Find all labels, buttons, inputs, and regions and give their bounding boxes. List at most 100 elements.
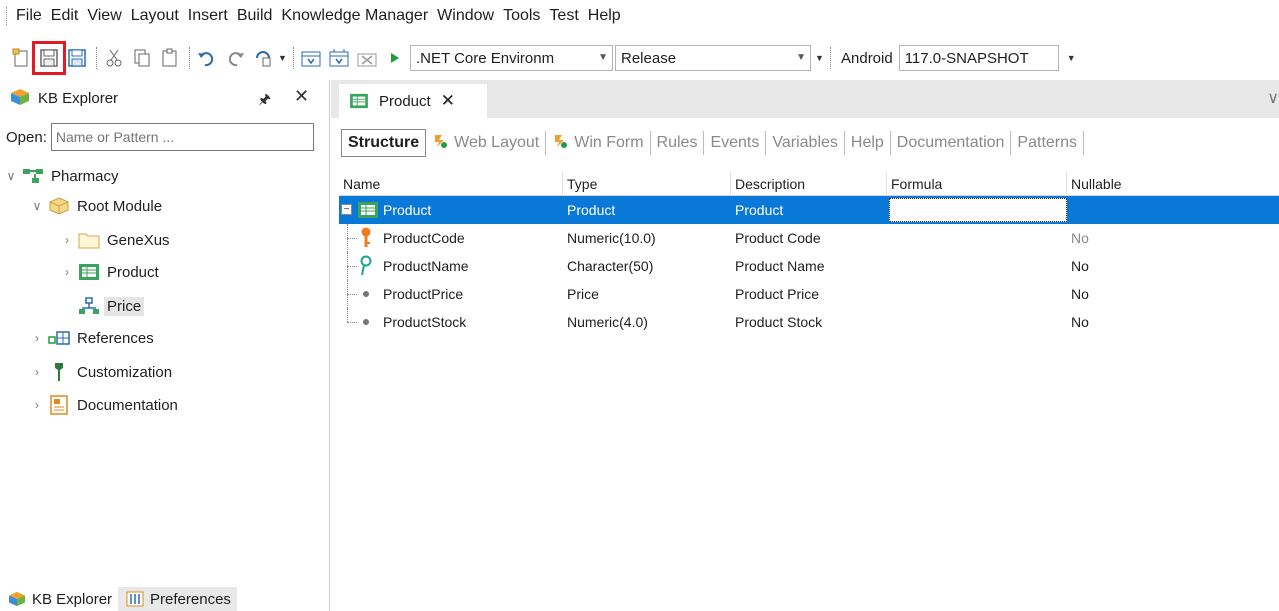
pin-icon[interactable]: 🖈 (258, 89, 271, 113)
configuration-value: Release (621, 49, 677, 67)
save-all-icon[interactable] (64, 45, 90, 71)
tree-node-documentation[interactable]: › Documentation (30, 393, 181, 417)
build-icon[interactable] (298, 45, 324, 71)
redo-icon[interactable] (222, 45, 248, 71)
tab-help[interactable]: Help (845, 131, 891, 155)
tree-node-root-module[interactable]: ∨ Root Module (30, 194, 165, 218)
tab-structure[interactable]: Structure (341, 129, 427, 157)
tab-variables[interactable]: Variables (766, 131, 845, 155)
table-row[interactable]: ProductCode Numeric(10.0) Product Code N… (339, 224, 1279, 252)
column-header-formula[interactable]: Formula (887, 172, 1067, 196)
cell-type[interactable]: Numeric(4.0) (567, 308, 648, 336)
tab-rules[interactable]: Rules (651, 131, 705, 155)
cell-description[interactable]: Product (735, 196, 783, 224)
menu-window[interactable]: Window (434, 7, 497, 25)
tree-node-customization[interactable]: › Customization (30, 360, 175, 384)
chevron-down-icon[interactable]: ∨ (30, 199, 44, 213)
cell-type[interactable]: Product (567, 196, 615, 224)
menu-test[interactable]: Test (546, 7, 581, 25)
chevron-down-icon[interactable]: ∨ (1267, 88, 1279, 108)
cut-icon[interactable] (101, 45, 127, 71)
cell-nullable[interactable]: No (1071, 280, 1089, 308)
column-header-description[interactable]: Description (731, 172, 887, 196)
cell-name[interactable]: Product (383, 196, 431, 224)
table-row[interactable]: ProductName Character(50) Product Name N… (339, 252, 1279, 280)
chevron-right-icon[interactable]: › (60, 233, 74, 247)
open-label: Open: (6, 128, 47, 146)
chevron-right-icon[interactable]: › (60, 265, 74, 279)
collapse-icon[interactable]: − (341, 204, 352, 215)
open-search-input[interactable] (50, 123, 314, 151)
toolbar-overflow-icon[interactable]: ▼ (815, 53, 824, 63)
left-panel-bottom-tabs: KB Explorer Preferences (0, 587, 280, 611)
cell-type[interactable]: Price (567, 280, 599, 308)
menu-tools[interactable]: Tools (500, 7, 543, 25)
cell-name[interactable]: ProductName (383, 252, 469, 280)
menu-knowledge-manager[interactable]: Knowledge Manager (278, 7, 431, 25)
tree-connector (347, 266, 357, 267)
toolbar-overflow-icon[interactable]: ▼ (1067, 53, 1076, 63)
chevron-right-icon[interactable]: › (30, 365, 44, 379)
copy-icon[interactable] (129, 45, 155, 71)
undo-icon[interactable] (194, 45, 220, 71)
chevron-right-icon[interactable]: › (30, 398, 44, 412)
menu-view[interactable]: View (84, 7, 124, 25)
rebuild-icon[interactable] (326, 45, 352, 71)
menu-file[interactable]: File (13, 7, 45, 25)
column-header-name[interactable]: Name (339, 172, 563, 196)
tree-node-price[interactable]: Price (78, 294, 145, 318)
version-select[interactable]: 117.0-SNAPSHOT (898, 45, 1059, 71)
cell-name[interactable]: ProductStock (383, 308, 466, 336)
cell-name[interactable]: ProductCode (383, 224, 465, 252)
tree-node-pharmacy[interactable]: ∨ Pharmacy (4, 164, 122, 188)
close-icon[interactable]: ✕ (294, 86, 309, 107)
toolbar-overflow-icon[interactable]: ▼ (278, 53, 287, 63)
run-icon[interactable] (382, 45, 408, 71)
table-row[interactable]: ProductStock Numeric(4.0) Product Stock … (339, 308, 1279, 336)
tree-node-genexus[interactable]: › GeneXus (60, 228, 173, 252)
cell-description[interactable]: Product Code (735, 224, 821, 252)
cell-name[interactable]: ProductPrice (383, 280, 463, 308)
cell-description[interactable]: Product Stock (735, 308, 822, 336)
close-tab-icon[interactable]: ✕ (441, 91, 455, 111)
menu-edit[interactable]: Edit (48, 7, 82, 25)
chevron-right-icon[interactable]: › (30, 331, 44, 345)
tab-patterns[interactable]: Patterns (1011, 131, 1085, 155)
tab-events[interactable]: Events (704, 131, 767, 155)
tree-node-product[interactable]: › Product (60, 260, 162, 284)
environment-select[interactable]: .NET Core Environm ▼ (410, 45, 613, 71)
menu-insert[interactable]: Insert (185, 7, 231, 25)
table-row[interactable]: − Product Product Product (339, 196, 1279, 224)
tree-connector (347, 308, 348, 322)
tree-label-genexus: GeneXus (107, 231, 170, 249)
menu-layout[interactable]: Layout (128, 7, 182, 25)
menu-help[interactable]: Help (585, 7, 624, 25)
configuration-select[interactable]: Release ▼ (615, 45, 811, 71)
cell-type[interactable]: Character(50) (567, 252, 653, 280)
chevron-down-icon[interactable]: ∨ (4, 169, 18, 183)
cell-type[interactable]: Numeric(10.0) (567, 224, 656, 252)
column-header-type[interactable]: Type (563, 172, 731, 196)
tab-web-layout[interactable]: Web Layout (426, 131, 547, 155)
cell-description[interactable]: Product Name (735, 252, 824, 280)
tab-kb-explorer[interactable]: KB Explorer (0, 587, 118, 611)
save-icon[interactable] (32, 41, 66, 75)
tab-win-form[interactable]: Win Form (546, 131, 651, 155)
tree-node-references[interactable]: › References (30, 326, 157, 350)
new-object-icon[interactable] (8, 45, 34, 71)
table-row[interactable]: ProductPrice Price Product Price No (339, 280, 1279, 308)
paste-icon[interactable] (157, 45, 183, 71)
menu-build[interactable]: Build (234, 7, 276, 25)
cell-nullable[interactable]: No (1071, 252, 1089, 280)
tab-product[interactable]: Product ✕ (339, 84, 487, 118)
cell-formula-editor[interactable] (889, 198, 1067, 222)
tab-preferences[interactable]: Preferences (118, 587, 237, 611)
cell-nullable[interactable]: No (1071, 224, 1089, 252)
tab-documentation[interactable]: Documentation (891, 131, 1012, 155)
cancel-build-icon[interactable] (354, 45, 380, 71)
column-header-nullable[interactable]: Nullable (1067, 172, 1279, 196)
cell-nullable[interactable]: No (1071, 308, 1089, 336)
refresh-icon[interactable] (250, 45, 276, 71)
cell-description[interactable]: Product Price (735, 280, 819, 308)
menu-bar: File Edit View Layout Insert Build Knowl… (0, 0, 1279, 32)
